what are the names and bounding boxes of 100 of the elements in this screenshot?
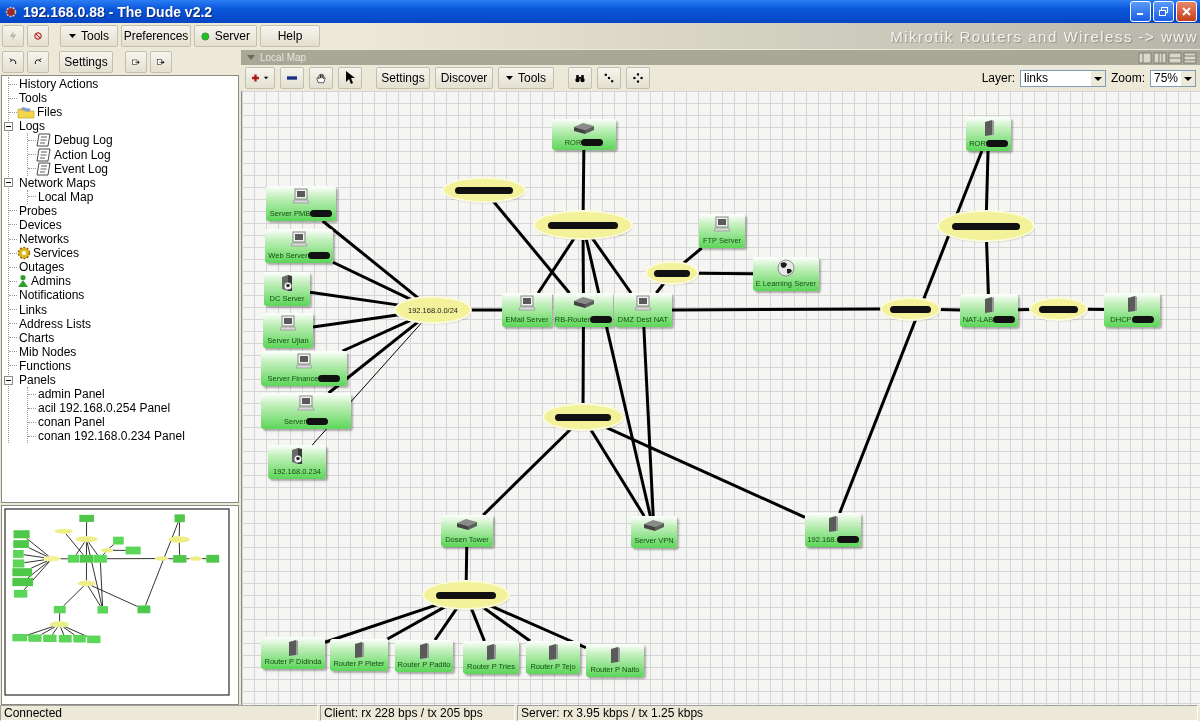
computer-icon <box>279 315 297 331</box>
link-line[interactable] <box>309 290 400 307</box>
tree-item[interactable]: Devices <box>19 218 62 232</box>
tree-item[interactable]: Notifications <box>19 288 85 303</box>
remove-button[interactable] <box>280 67 304 89</box>
network-cloud[interactable] <box>424 582 508 608</box>
tree-item[interactable]: Admins <box>31 274 71 289</box>
tree-item[interactable]: Files <box>37 105 63 120</box>
computer-icon <box>713 216 731 232</box>
collapse-icon[interactable] <box>4 178 13 188</box>
link-line[interactable] <box>482 427 573 517</box>
link-line[interactable] <box>469 607 486 642</box>
network-cloud[interactable] <box>444 179 524 201</box>
hand-icon <box>316 71 326 85</box>
tree-item[interactable]: Local Map <box>38 189 94 204</box>
export-button[interactable] <box>125 51 147 73</box>
log-icon <box>36 161 52 176</box>
minimize-button[interactable] <box>1130 1 1151 22</box>
tower-icon <box>982 296 996 314</box>
tree-item[interactable]: Network Maps <box>19 175 96 190</box>
computer-icon <box>297 395 315 411</box>
network-cloud[interactable] <box>535 212 631 238</box>
tree-item[interactable]: Logs <box>19 119 46 134</box>
connection-status: Connected <box>0 705 318 721</box>
tree-item[interactable]: Action Log <box>54 147 111 162</box>
server-icon <box>279 274 295 292</box>
tree-item[interactable]: Probes <box>19 203 58 218</box>
link-line[interactable] <box>984 150 990 213</box>
tree-item[interactable]: History Actions <box>19 77 99 92</box>
link-line[interactable] <box>642 326 655 517</box>
settings-button[interactable]: Settings <box>59 51 113 73</box>
network-cloud[interactable] <box>647 263 697 283</box>
toolbar-button[interactable]: Discover <box>435 67 493 89</box>
tree-item[interactable]: Services <box>33 246 79 261</box>
network-map[interactable] <box>241 91 1200 705</box>
network-cloud[interactable] <box>939 212 1033 240</box>
network-cloud[interactable] <box>544 405 622 429</box>
tree-item[interactable]: Event Log <box>54 161 109 176</box>
toolbar-button[interactable]: Help <box>260 25 320 47</box>
link-line[interactable] <box>672 307 882 312</box>
tree-item[interactable]: admin Panel <box>38 387 105 402</box>
disconnect-button[interactable] <box>27 25 49 47</box>
client-traffic: Client: rx 228 bps / tx 205 bps <box>320 705 515 721</box>
menu-button[interactable]: Tools <box>498 67 554 89</box>
link-line[interactable] <box>464 546 469 583</box>
tower-icon <box>1125 295 1139 313</box>
tree-item[interactable]: Charts <box>19 330 55 345</box>
tree-item[interactable]: Tools <box>19 91 47 106</box>
link-line[interactable] <box>589 428 646 517</box>
tree-item[interactable]: Links <box>19 302 47 317</box>
network-cloud[interactable] <box>882 299 939 319</box>
pointer-tool-button[interactable] <box>338 67 362 89</box>
link-line[interactable] <box>938 308 961 312</box>
import-button[interactable] <box>150 51 172 73</box>
link-line[interactable] <box>1085 307 1105 312</box>
link-line[interactable] <box>470 308 502 312</box>
arrange-button[interactable] <box>597 67 621 89</box>
tree-item[interactable]: Outages <box>19 260 65 275</box>
tree-item[interactable]: Mib Nodes <box>19 344 77 359</box>
link-line[interactable] <box>604 425 806 519</box>
link-line[interactable] <box>332 260 413 302</box>
close-button[interactable] <box>1176 1 1197 22</box>
lightning-icon <box>9 29 17 43</box>
add-button[interactable] <box>245 67 275 89</box>
layer-dropdown[interactable]: links <box>1020 69 1106 87</box>
redo-button[interactable] <box>27 51 49 73</box>
toolbar-button[interactable]: Server <box>194 25 257 47</box>
network-cloud[interactable] <box>1031 299 1086 319</box>
layout-button[interactable] <box>626 67 650 89</box>
link-line[interactable] <box>581 150 586 213</box>
link-line[interactable] <box>489 604 587 650</box>
tree-item[interactable]: conan Panel <box>38 415 105 430</box>
toolbar-button[interactable]: Settings <box>376 67 430 89</box>
tree-item[interactable]: Networks <box>19 232 69 247</box>
tower-icon <box>608 646 622 664</box>
collapse-icon[interactable] <box>4 121 13 131</box>
link-line[interactable] <box>312 313 400 329</box>
zoom-dropdown[interactable]: 75% <box>1150 69 1196 87</box>
link-line[interactable] <box>696 271 753 276</box>
router-icon <box>572 295 595 309</box>
tree-item[interactable]: Debug Log <box>54 133 113 148</box>
tree-item[interactable]: Functions <box>19 358 72 373</box>
link-line[interactable] <box>386 605 447 641</box>
undo-button[interactable] <box>2 51 24 73</box>
menu-button[interactable]: Tools <box>60 25 118 47</box>
link-line[interactable] <box>985 239 990 295</box>
minus-icon <box>287 76 297 80</box>
tree-item[interactable]: conan 192.168.0.234 Panel <box>38 429 185 444</box>
tree-item[interactable]: Panels <box>19 373 56 387</box>
find-button[interactable] <box>568 67 592 89</box>
collapse-icon[interactable] <box>4 375 13 385</box>
tree-item[interactable]: acil 192.168.0.254 Panel <box>38 401 171 416</box>
restore-button[interactable] <box>1153 1 1174 22</box>
link-line[interactable] <box>581 327 585 405</box>
folder-icon <box>17 105 35 119</box>
toolbar-button[interactable]: Preferences <box>121 25 191 47</box>
hand-tool-button[interactable] <box>309 67 333 89</box>
tree-item[interactable]: Address Lists <box>19 316 92 331</box>
link-line[interactable] <box>581 238 585 293</box>
link-line[interactable] <box>324 603 438 644</box>
